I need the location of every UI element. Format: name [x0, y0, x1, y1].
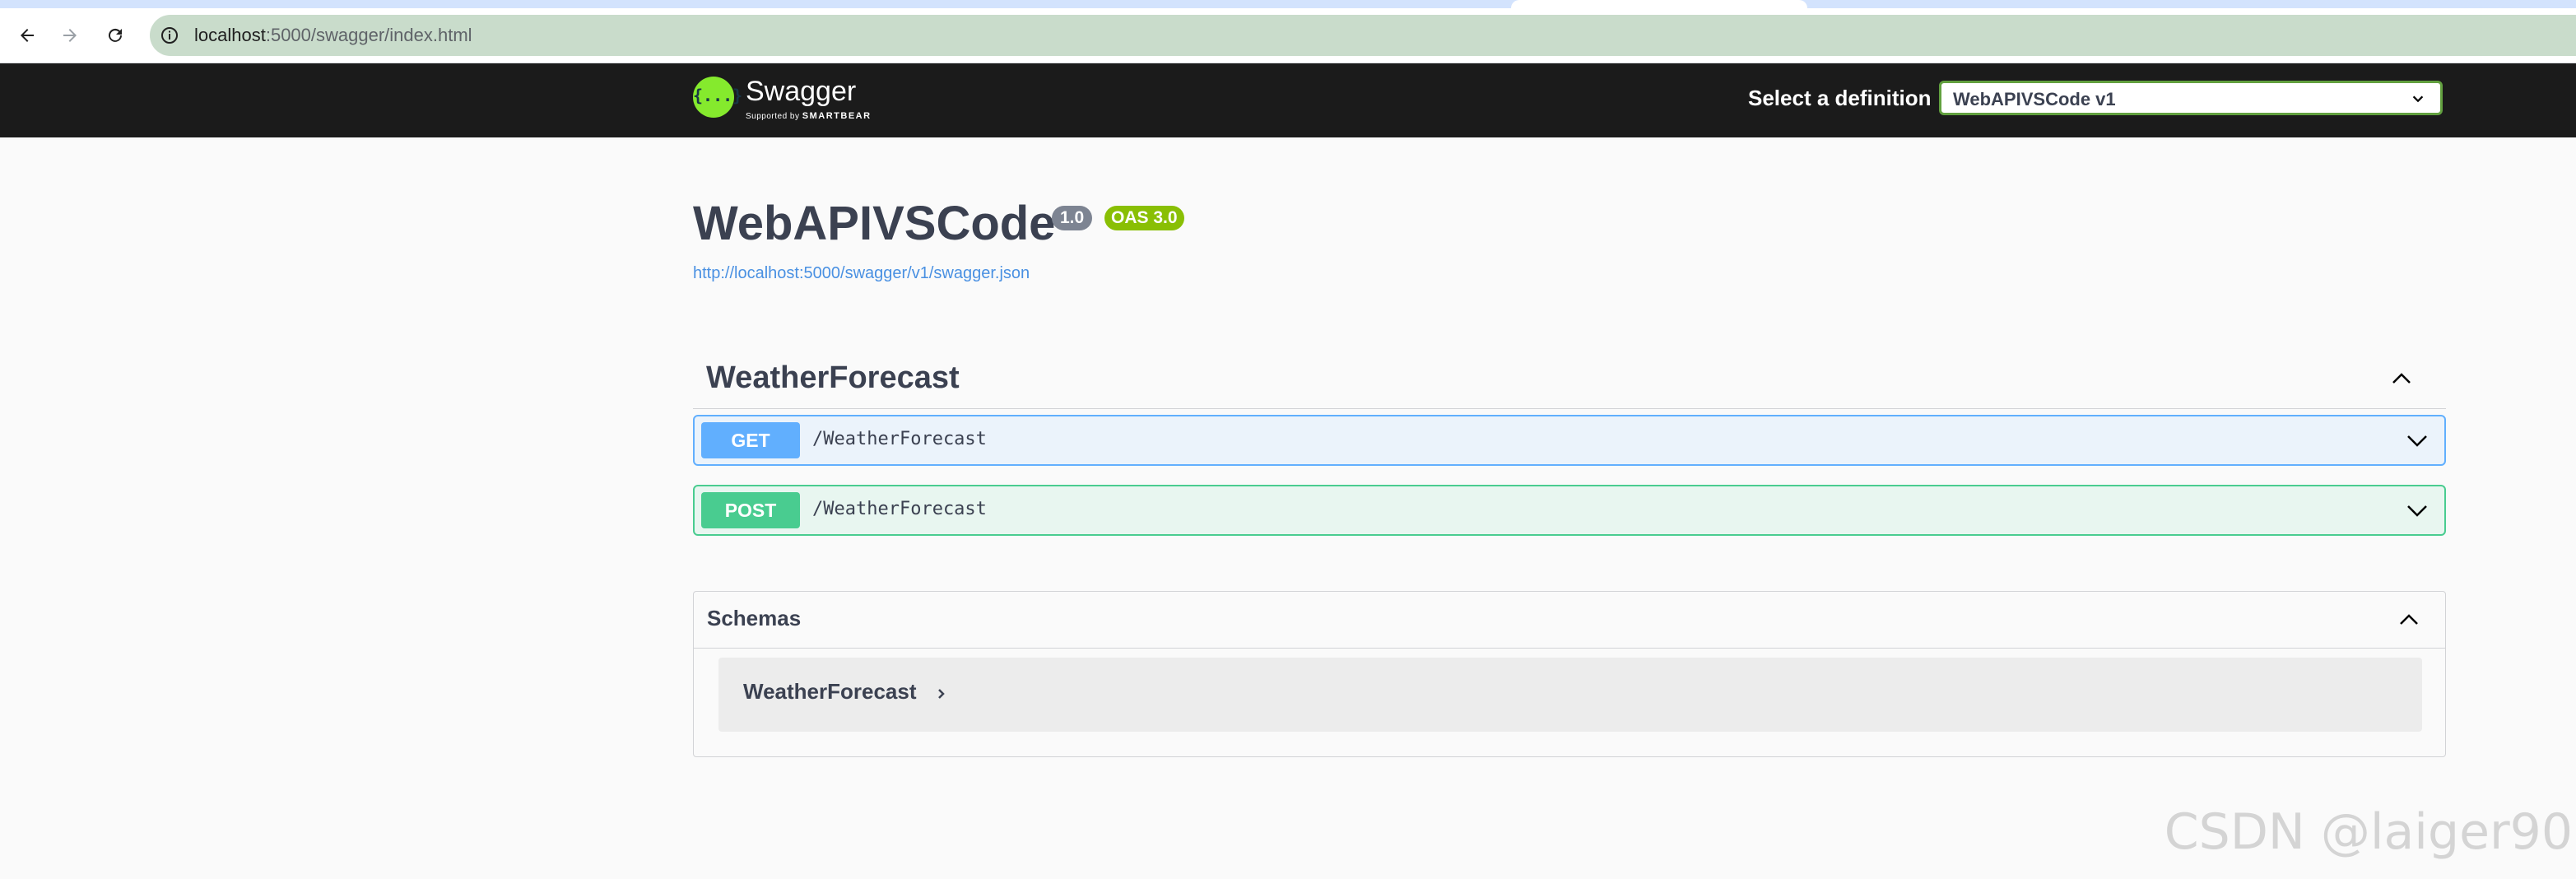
swagger-topbar: {...} Swagger Supported by SMARTBEAR Sel…: [0, 63, 2576, 137]
version-badge: 1.0: [1052, 206, 1093, 230]
chevron-right-icon[interactable]: [936, 686, 947, 702]
browser-active-tab[interactable]: [1511, 0, 1807, 8]
arrow-left-icon: [21, 29, 34, 42]
model-weatherforecast[interactable]: WeatherForecast: [718, 658, 2422, 732]
browser-tab-strip: [0, 0, 2576, 8]
chevron-down-icon[interactable]: [2405, 498, 2430, 523]
url-host: localhost: [194, 25, 266, 45]
model-name: WeatherForecast: [743, 679, 917, 704]
browser-toolbar: localhost:5000/swagger/index.html: [0, 8, 2576, 63]
definition-select-value: WebAPIVSCode v1: [1953, 89, 2116, 109]
operation-path: /WeatherForecast: [812, 499, 987, 519]
back-button[interactable]: [11, 19, 44, 52]
swagger-logo-name: Swagger: [746, 76, 857, 107]
operation-path: /WeatherForecast: [812, 429, 987, 449]
chevron-up-icon[interactable]: [2397, 608, 2420, 631]
forward-button[interactable]: [53, 19, 86, 52]
page-title: WebAPIVSCode: [693, 197, 1056, 250]
operation-get-weatherforecast[interactable]: GET /WeatherForecast: [693, 415, 2446, 466]
schemas-title: Schemas: [707, 606, 802, 630]
spec-link[interactable]: http://localhost:5000/swagger/v1/swagger…: [693, 264, 1030, 283]
schemas-header[interactable]: Schemas: [694, 592, 2445, 649]
chevron-down-icon: [2412, 95, 2424, 103]
url-path: :5000/swagger/index.html: [265, 25, 472, 45]
info-circle-icon[interactable]: [160, 26, 179, 45]
chevron-down-icon[interactable]: [2405, 428, 2430, 453]
reload-button[interactable]: [99, 19, 132, 52]
swagger-logo-tagline: Supported by SMARTBEAR: [746, 111, 872, 121]
reload-icon: [109, 28, 122, 42]
tag-header-weatherforecast[interactable]: WeatherForecast: [693, 346, 2446, 409]
arrow-right-icon: [63, 29, 77, 42]
swagger-logo-icon: {...}: [693, 77, 742, 118]
operation-post-weatherforecast[interactable]: POST /WeatherForecast: [693, 485, 2446, 536]
method-badge-get: GET: [701, 422, 800, 458]
definition-select[interactable]: WebAPIVSCode v1: [1939, 81, 2443, 115]
definition-label: Select a definition: [1748, 86, 1932, 110]
chevron-up-icon[interactable]: [2390, 367, 2413, 390]
watermark: CSDN @laiger90: [2164, 803, 2573, 861]
address-bar[interactable]: localhost:5000/swagger/index.html: [150, 15, 2576, 56]
schemas-section: Schemas WeatherForecast: [693, 591, 2446, 757]
url-text: localhost:5000/swagger/index.html: [194, 25, 472, 46]
method-badge-post: POST: [701, 492, 800, 528]
tag-name: WeatherForecast: [706, 360, 960, 395]
oas-badge: OAS 3.0: [1104, 206, 1184, 230]
